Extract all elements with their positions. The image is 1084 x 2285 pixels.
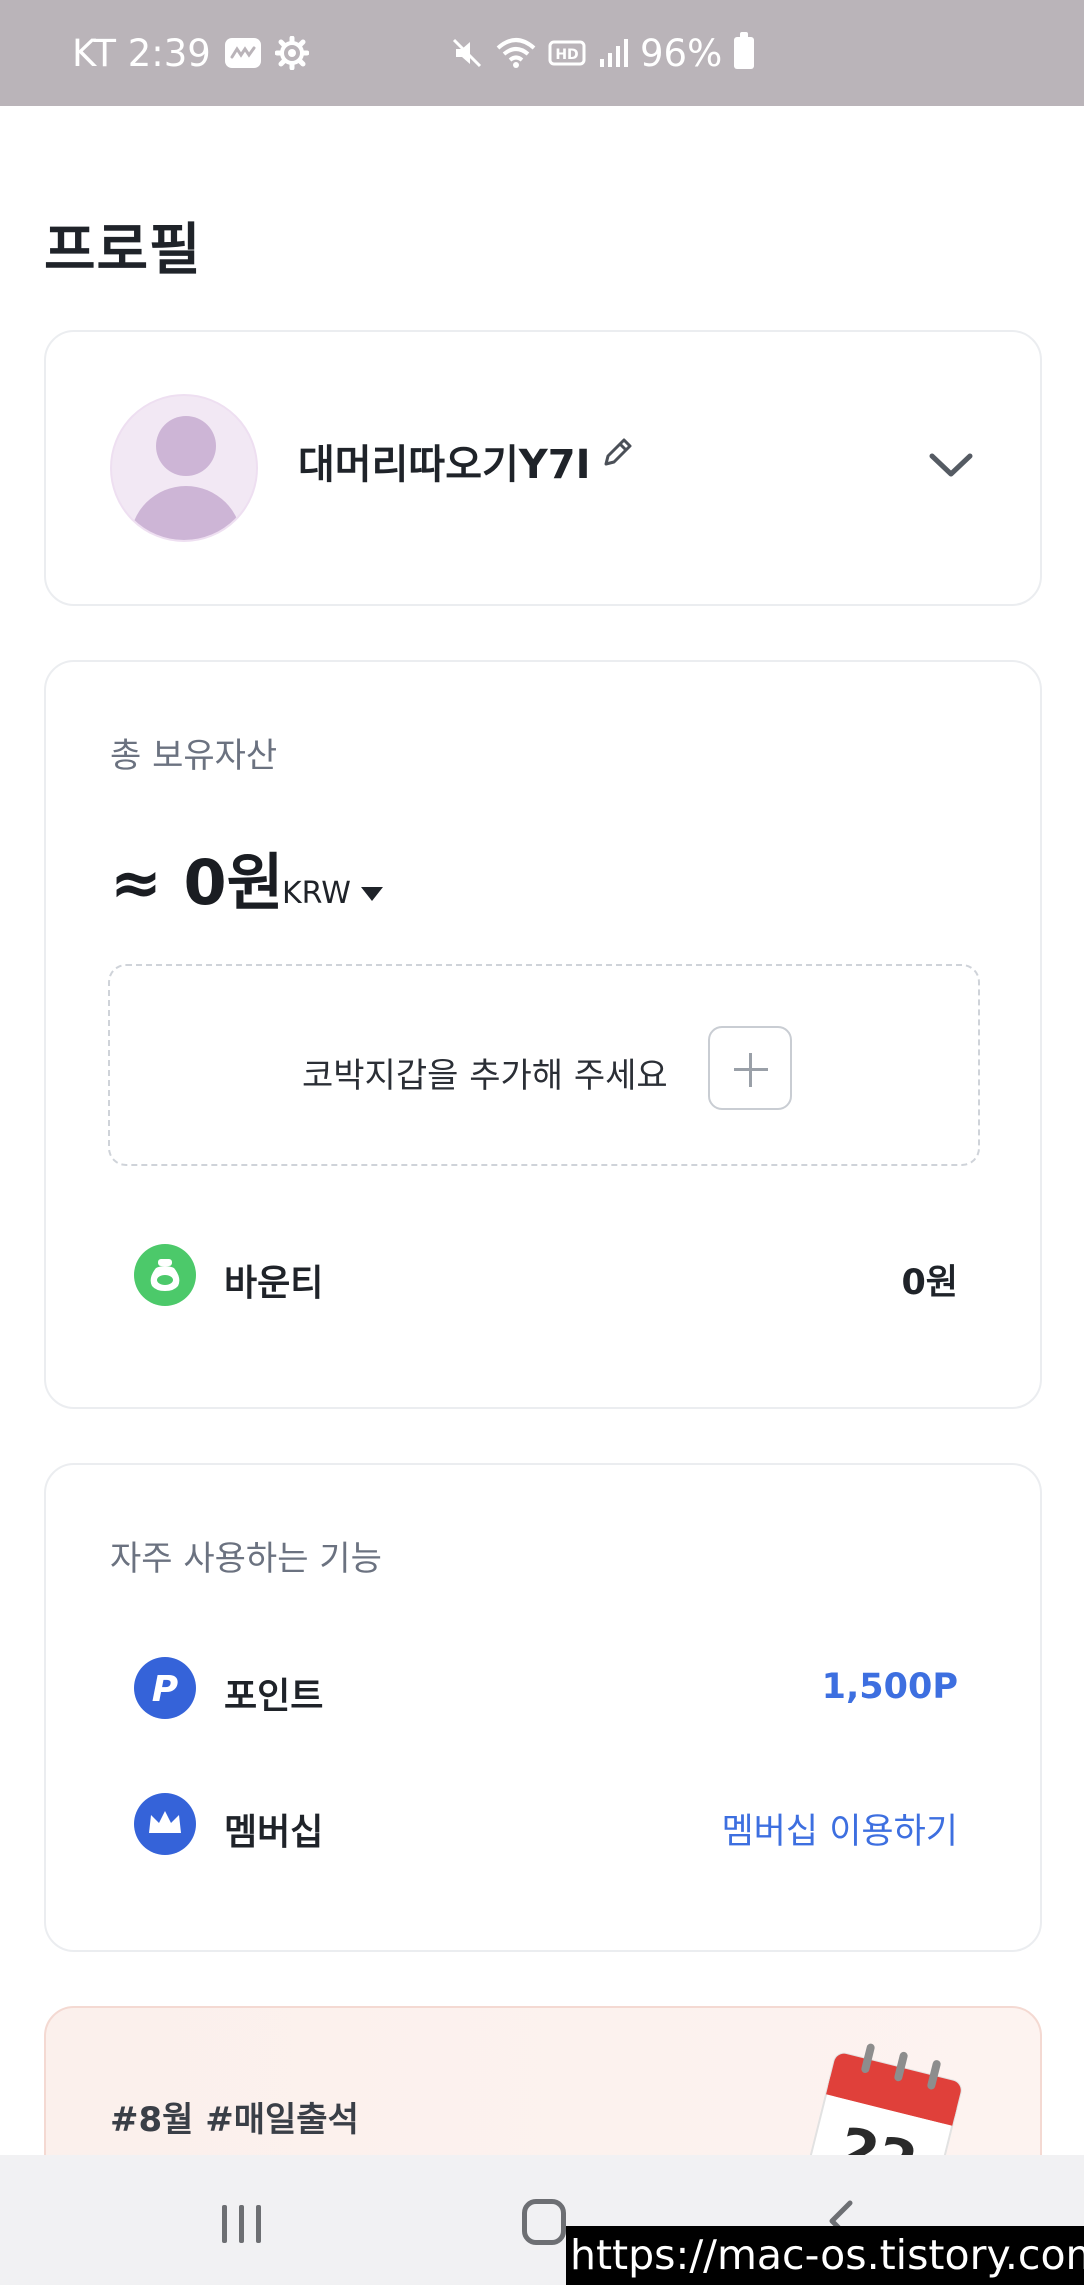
add-wallet-plus-button[interactable] (708, 1026, 792, 1110)
feature-row-points[interactable]: P 포인트 1,500P (134, 1657, 958, 1721)
add-wallet-box[interactable]: 코박지갑을 추가해 주세요 (108, 964, 980, 1166)
edit-pencil-icon[interactable] (600, 434, 636, 470)
svg-text:HD: HD (555, 47, 578, 63)
svg-text:P: P (152, 1669, 178, 1710)
assets-label: 총 보유자산 (110, 736, 278, 776)
avatar-body (130, 486, 242, 540)
home-icon[interactable] (522, 2199, 566, 2245)
profile-card[interactable]: 대머리따오기Y7I (44, 330, 1042, 606)
features-card: 자주 사용하는 기능 P 포인트 1,500P 멤버십 멤버십 이용하기 (44, 1463, 1042, 1952)
battery-percent: 96% (640, 31, 723, 75)
notification-app-icon (224, 38, 261, 68)
avatar[interactable] (110, 394, 258, 542)
signal-icon (600, 39, 628, 67)
point-p-icon: P (134, 1657, 196, 1719)
status-right: HD 96% (450, 0, 755, 106)
membership-label: 멤버십 (224, 1812, 324, 1853)
avatar-head (156, 416, 216, 476)
event-hashtags: #8월 #매일출석 (110, 2100, 359, 2140)
total-assets: ≈ 0원 (110, 846, 284, 919)
features-label: 자주 사용하는 기능 (110, 1539, 382, 1579)
currency-label: KRW (282, 876, 351, 911)
status-bar: KT 2:39 HD 96% (0, 0, 1084, 106)
page-title: 프로필 (44, 218, 202, 283)
bounty-value: 0원 (901, 1263, 958, 1303)
settings-gear-icon (274, 36, 309, 70)
mute-icon (452, 38, 482, 68)
status-left: KT 2:39 (72, 0, 309, 106)
bounty-row[interactable]: 바운티 0원 (134, 1244, 958, 1308)
feature-row-membership[interactable]: 멤버십 멤버십 이용하기 (134, 1793, 958, 1857)
points-label: 포인트 (224, 1676, 324, 1717)
add-wallet-text: 코박지갑을 추가해 주세요 (302, 1056, 668, 1096)
bounty-label: 바운티 (224, 1263, 324, 1304)
caret-down-icon (360, 886, 383, 901)
watermark: https://mac-os.tistory.com (566, 2226, 1084, 2285)
hd-icon: HD (548, 40, 586, 66)
wifi-icon (496, 38, 536, 68)
points-value[interactable]: 1,500P (822, 1667, 958, 1707)
assets-card: 총 보유자산 ≈ 0원 KRW 코박지갑을 추가해 주세요 바운티 0원 (44, 660, 1042, 1409)
carrier-time: KT 2:39 (72, 31, 211, 75)
currency-select[interactable]: KRW (282, 876, 383, 911)
crown-icon (134, 1793, 196, 1855)
membership-link[interactable]: 멤버십 이용하기 (721, 1803, 958, 1854)
nickname: 대머리따오기Y7I (298, 442, 591, 488)
bounty-pouch-icon (134, 1244, 196, 1306)
recent-apps-icon[interactable] (222, 2205, 264, 2243)
chevron-down-icon[interactable] (928, 450, 974, 480)
battery-icon (734, 32, 755, 69)
